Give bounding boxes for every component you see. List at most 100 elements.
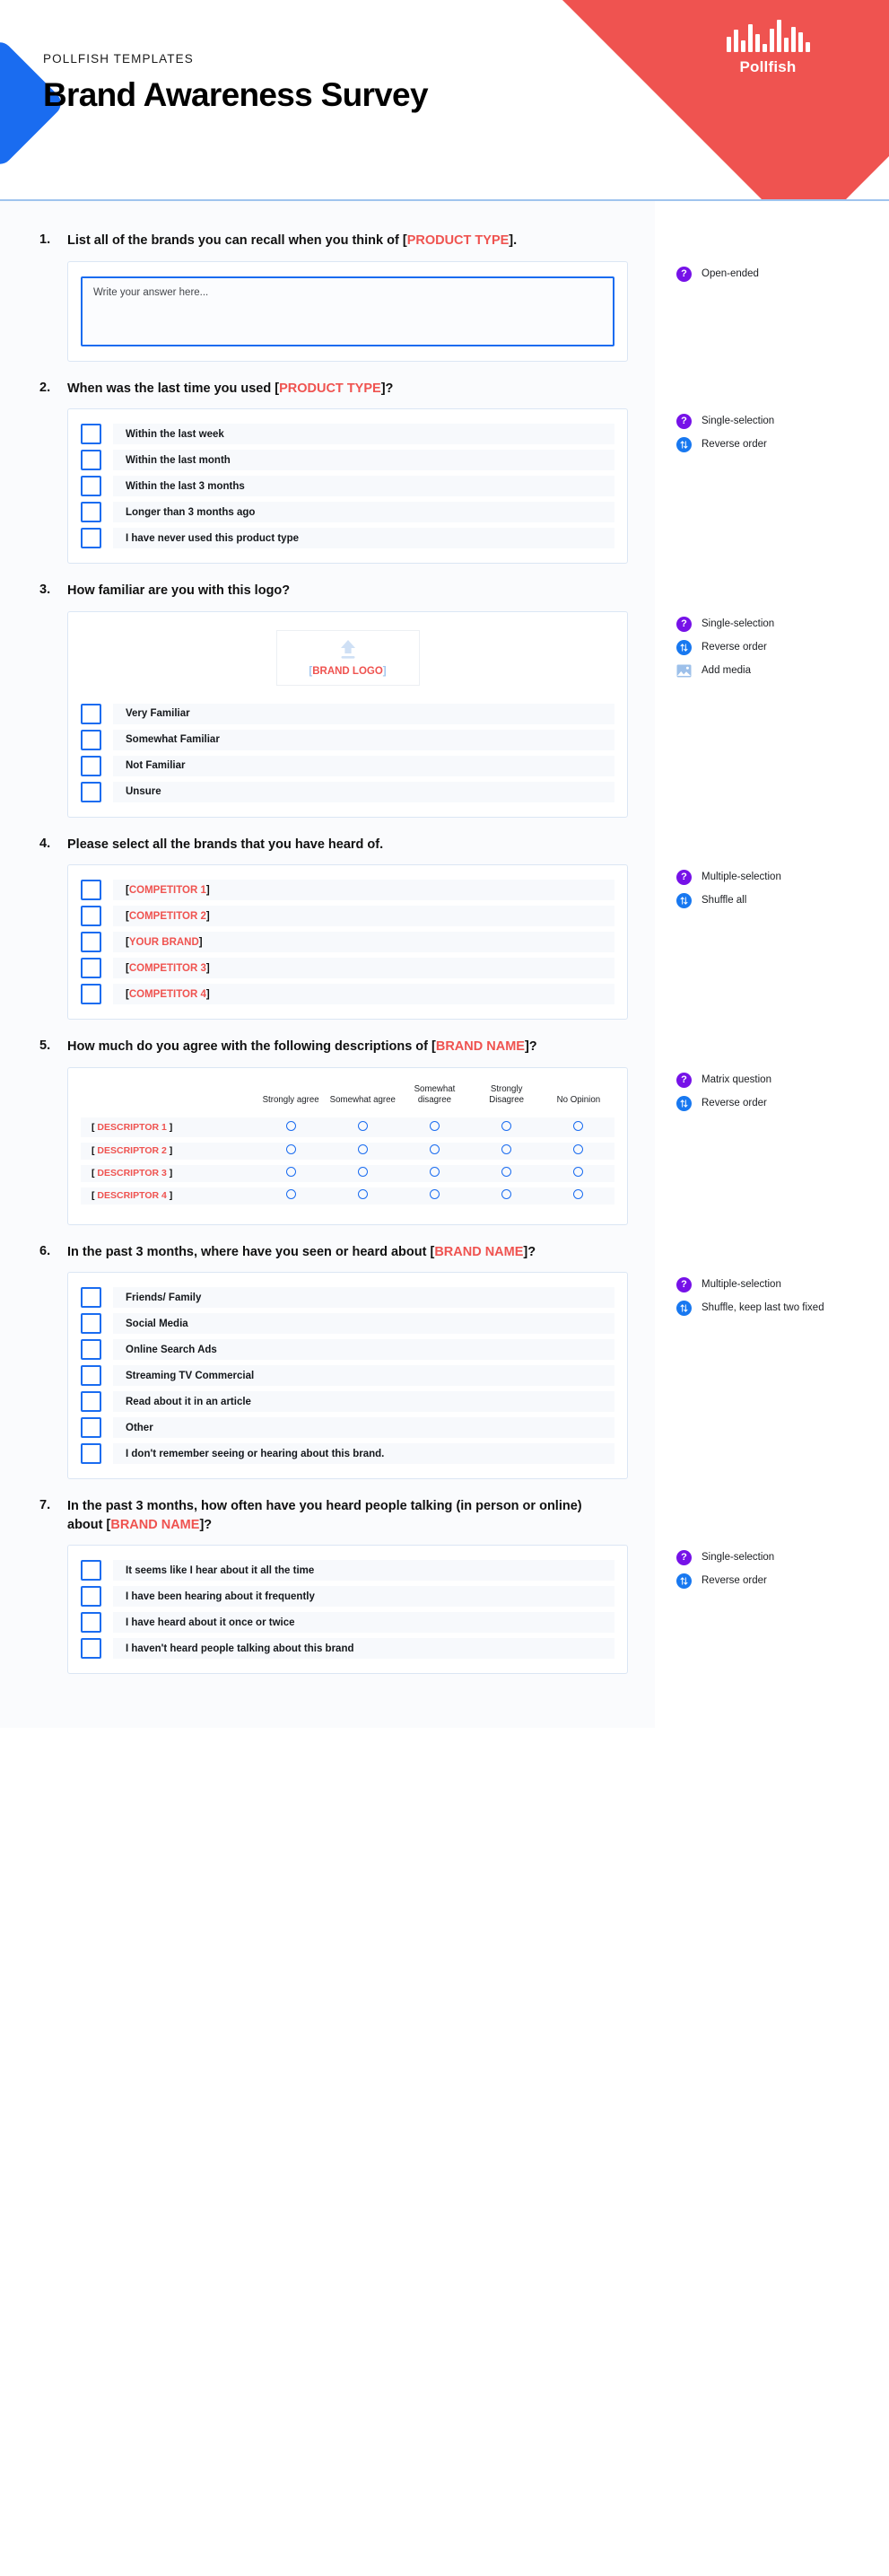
open-ended-answer-input[interactable]: Write your answer here... <box>81 276 614 346</box>
radio-button[interactable] <box>357 1167 368 1178</box>
matrix-cell[interactable] <box>398 1184 471 1210</box>
matrix-cell[interactable] <box>327 1117 399 1143</box>
matrix-cell[interactable] <box>255 1184 327 1210</box>
media-upload-placeholder[interactable]: [BRAND LOGO] <box>275 629 420 686</box>
radio-button[interactable] <box>573 1189 584 1200</box>
question-mark-icon: ? <box>676 1277 692 1293</box>
matrix-cell[interactable] <box>398 1139 471 1165</box>
radio-button[interactable] <box>573 1167 584 1178</box>
radio-button[interactable] <box>573 1144 584 1155</box>
radio-button[interactable] <box>357 1144 368 1155</box>
radio-button[interactable] <box>285 1189 296 1200</box>
matrix-cell[interactable] <box>470 1161 543 1187</box>
radio-button[interactable] <box>501 1144 512 1155</box>
matrix-cell[interactable] <box>398 1117 471 1143</box>
radio-button[interactable] <box>429 1144 440 1155</box>
option-row[interactable]: Longer than 3 months ago <box>81 502 614 523</box>
option-row[interactable]: Friends/ Family <box>81 1287 614 1309</box>
radio-button[interactable] <box>285 1144 296 1155</box>
option-row[interactable]: Very Familiar <box>81 703 614 724</box>
option-checkbox[interactable] <box>81 729 101 750</box>
option-row[interactable]: It seems like I hear about it all the ti… <box>81 1560 614 1582</box>
option-checkbox[interactable] <box>81 1586 101 1608</box>
question-number: 7. <box>39 1498 51 1513</box>
option-row[interactable]: I haven't heard people talking about thi… <box>81 1638 614 1660</box>
option-checkbox[interactable] <box>81 1612 101 1634</box>
option-checkbox[interactable] <box>81 450 101 471</box>
option-checkbox[interactable] <box>81 906 101 927</box>
option-checkbox[interactable] <box>81 781 101 802</box>
matrix-cell[interactable] <box>542 1139 614 1165</box>
option-row[interactable]: [COMPETITOR 4] <box>81 984 614 1005</box>
matrix-cell[interactable] <box>398 1161 471 1187</box>
option-row[interactable]: Within the last week <box>81 424 614 445</box>
radio-button[interactable] <box>429 1120 440 1131</box>
option-row[interactable]: I have never used this product type <box>81 528 614 549</box>
option-checkbox[interactable] <box>81 502 101 523</box>
question-text: In the past 3 months, how often have you… <box>67 1497 588 1534</box>
option-label: Friends/ Family <box>113 1287 614 1309</box>
option-checkbox[interactable] <box>81 1560 101 1582</box>
matrix-cell[interactable] <box>542 1184 614 1210</box>
radio-button[interactable] <box>429 1167 440 1178</box>
option-row[interactable]: Read about it in an article <box>81 1391 614 1413</box>
option-checkbox[interactable] <box>81 476 101 497</box>
option-row[interactable]: [COMPETITOR 3] <box>81 958 614 979</box>
option-checkbox[interactable] <box>81 703 101 724</box>
radio-button[interactable] <box>429 1189 440 1200</box>
option-row[interactable]: [COMPETITOR 2] <box>81 906 614 927</box>
option-checkbox[interactable] <box>81 1417 101 1439</box>
matrix-cell[interactable] <box>542 1117 614 1143</box>
radio-button[interactable] <box>285 1167 296 1178</box>
matrix-cell[interactable] <box>327 1161 399 1187</box>
question-text: How much do you agree with the following… <box>67 1038 537 1056</box>
option-row[interactable]: Other <box>81 1417 614 1439</box>
radio-button[interactable] <box>285 1120 296 1131</box>
option-row[interactable]: Within the last month <box>81 450 614 471</box>
radio-button[interactable] <box>573 1120 584 1131</box>
option-checkbox[interactable] <box>81 1365 101 1387</box>
option-checkbox[interactable] <box>81 1287 101 1309</box>
option-row[interactable]: Social Media <box>81 1313 614 1335</box>
matrix-cell[interactable] <box>255 1139 327 1165</box>
option-row[interactable]: Unsure <box>81 781 614 802</box>
option-checkbox[interactable] <box>81 880 101 901</box>
option-row[interactable]: I don't remember seeing or hearing about… <box>81 1443 614 1465</box>
option-row[interactable]: [COMPETITOR 1] <box>81 880 614 901</box>
option-row[interactable]: I have heard about it once or twice <box>81 1612 614 1634</box>
option-checkbox[interactable] <box>81 932 101 953</box>
option-checkbox[interactable] <box>81 1339 101 1361</box>
matrix-row-label: [ DESCRIPTOR 3 ] <box>81 1161 256 1187</box>
option-checkbox[interactable] <box>81 755 101 776</box>
matrix-cell[interactable] <box>470 1117 543 1143</box>
option-row[interactable]: I have been hearing about it frequently <box>81 1586 614 1608</box>
option-row[interactable]: [YOUR BRAND] <box>81 932 614 953</box>
matrix-cell[interactable] <box>255 1117 327 1143</box>
option-checkbox[interactable] <box>81 528 101 549</box>
option-checkbox[interactable] <box>81 424 101 445</box>
option-checkbox[interactable] <box>81 1443 101 1465</box>
option-row[interactable]: Not Familiar <box>81 755 614 776</box>
radio-button[interactable] <box>501 1167 512 1178</box>
matrix-cell[interactable] <box>542 1161 614 1187</box>
option-row[interactable]: Online Search Ads <box>81 1339 614 1361</box>
option-row[interactable]: Within the last 3 months <box>81 476 614 497</box>
matrix-cell[interactable] <box>470 1139 543 1165</box>
radio-button[interactable] <box>501 1189 512 1200</box>
option-checkbox[interactable] <box>81 1638 101 1660</box>
option-checkbox[interactable] <box>81 984 101 1005</box>
option-checkbox[interactable] <box>81 958 101 979</box>
option-row[interactable]: Somewhat Familiar <box>81 729 614 750</box>
matrix-cell[interactable] <box>470 1184 543 1210</box>
option-checkbox[interactable] <box>81 1391 101 1413</box>
option-row[interactable]: Streaming TV Commercial <box>81 1365 614 1387</box>
radio-button[interactable] <box>357 1120 368 1131</box>
option-label: Within the last 3 months <box>113 476 614 497</box>
option-text: ] <box>205 988 210 1000</box>
radio-button[interactable] <box>501 1120 512 1131</box>
matrix-cell[interactable] <box>255 1161 327 1187</box>
option-checkbox[interactable] <box>81 1313 101 1335</box>
matrix-cell[interactable] <box>327 1139 399 1165</box>
matrix-cell[interactable] <box>327 1184 399 1210</box>
radio-button[interactable] <box>357 1189 368 1200</box>
